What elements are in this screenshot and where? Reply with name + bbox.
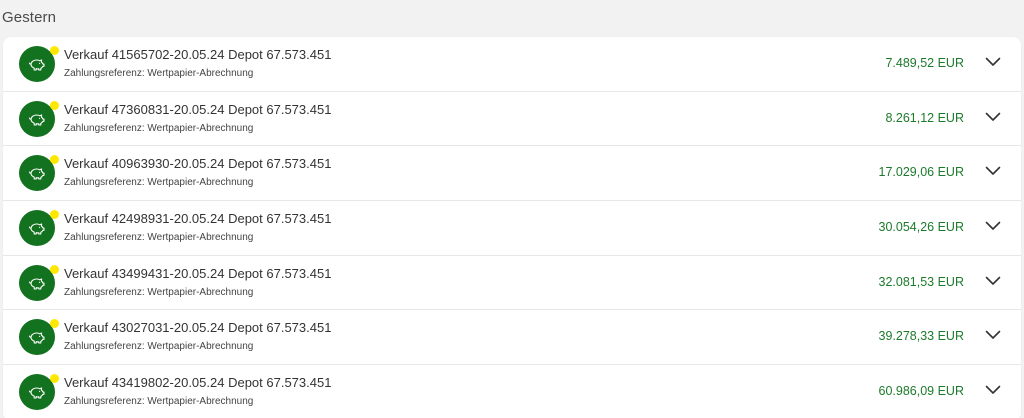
transaction-title: Verkauf 43419802-20.05.24 Depot 67.573.4…: [64, 375, 332, 391]
transaction-reference: Zahlungsreferenz: Wertpapier-Abrechnung: [64, 122, 254, 134]
unread-indicator: [50, 46, 59, 55]
chevron-down-icon[interactable]: [985, 276, 1001, 286]
transaction-reference: Zahlungsreferenz: Wertpapier-Abrechnung: [64, 286, 254, 298]
transaction-reference: Zahlungsreferenz: Wertpapier-Abrechnung: [64, 232, 254, 244]
transaction-title: Verkauf 40963930-20.05.24 Depot 67.573.4…: [64, 156, 332, 172]
transaction-title: Verkauf 43027031-20.05.24 Depot 67.573.4…: [64, 320, 332, 336]
transaction-title: Verkauf 42498931-20.05.24 Depot 67.573.4…: [64, 211, 332, 227]
transaction-amount: 7.489,52 EUR: [885, 56, 964, 70]
transaction-reference: Zahlungsreferenz: Wertpapier-Abrechnung: [64, 177, 254, 189]
transaction-amount: 39.278,33 EUR: [878, 329, 964, 344]
chevron-down-icon[interactable]: [985, 385, 1001, 395]
transaction-row[interactable]: Verkauf 47360831-20.05.24 Depot 67.573.4…: [3, 92, 1021, 147]
transaction-row[interactable]: Verkauf 43027031-20.05.24 Depot 67.573.4…: [3, 310, 1021, 366]
unread-indicator: [50, 210, 59, 220]
transaction-title: Verkauf 47360831-20.05.24 Depot 67.573.4…: [64, 101, 332, 117]
transactions-page: Gestern Verkauf 41565702-20.05.24 Depot …: [0, 0, 1024, 418]
transaction-reference: Zahlungsreferenz: Wertpapier-Abrechnung: [64, 396, 254, 408]
chevron-down-icon[interactable]: [985, 112, 1001, 122]
chevron-down-icon[interactable]: [985, 166, 1001, 176]
transaction-amount: 32.081,53 EUR: [878, 274, 964, 289]
transaction-amount: 60.986,09 EUR: [878, 384, 964, 399]
unread-indicator: [50, 374, 59, 384]
transaction-amount: 17.029,06 EUR: [878, 165, 964, 180]
transaction-row[interactable]: Verkauf 42498931-20.05.24 Depot 67.573.4…: [3, 201, 1021, 256]
unread-indicator: [50, 264, 59, 274]
transaction-list: Verkauf 41565702-20.05.24 Depot 67.573.4…: [3, 37, 1021, 418]
transaction-row[interactable]: Verkauf 41565702-20.05.24 Depot 67.573.4…: [3, 37, 1021, 92]
transaction-row[interactable]: Verkauf 43499431-20.05.24 Depot 67.573.4…: [3, 256, 1021, 311]
transaction-row[interactable]: Verkauf 43419802-20.05.24 Depot 67.573.4…: [3, 365, 1021, 418]
transaction-title: Verkauf 43499431-20.05.24 Depot 67.573.4…: [64, 265, 332, 281]
chevron-down-icon[interactable]: [985, 221, 1001, 231]
unread-indicator: [50, 319, 59, 329]
transaction-reference: Zahlungsreferenz: Wertpapier-Abrechnung: [64, 68, 254, 79]
transaction-amount: 8.261,12 EUR: [885, 110, 964, 125]
unread-indicator: [50, 155, 59, 165]
chevron-down-icon[interactable]: [985, 330, 1001, 340]
transaction-reference: Zahlungsreferenz: Wertpapier-Abrechnung: [64, 341, 254, 353]
chevron-down-icon[interactable]: [985, 57, 1001, 67]
date-group-heading: Gestern: [2, 9, 57, 26]
transaction-row[interactable]: Verkauf 40963930-20.05.24 Depot 67.573.4…: [3, 146, 1021, 202]
unread-indicator: [50, 100, 59, 110]
transaction-title: Verkauf 41565702-20.05.24 Depot 67.573.4…: [64, 47, 332, 62]
transaction-amount: 30.054,26 EUR: [878, 220, 964, 235]
